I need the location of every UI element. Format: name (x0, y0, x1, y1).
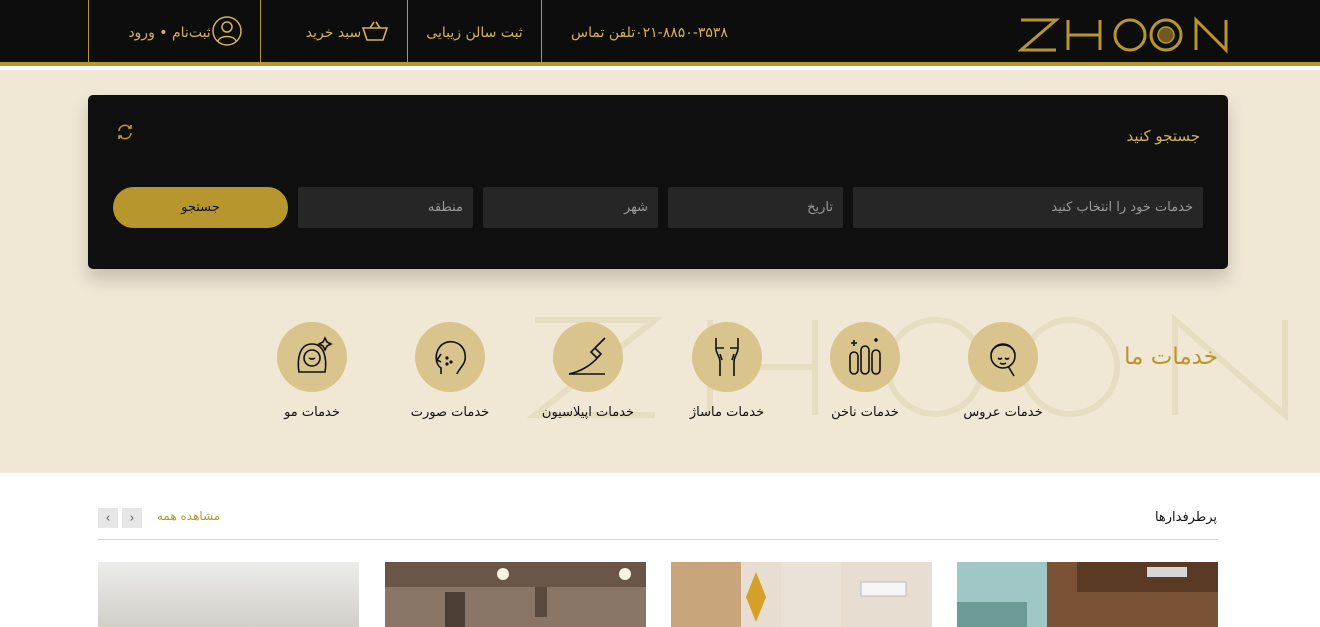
see-all-link[interactable]: مشاهده همه (157, 509, 220, 523)
phone-number: ۰۲۱-۸۸۵۰-۳۵۳۸ (635, 25, 728, 41)
user-icon (211, 15, 243, 51)
epilation-icon (553, 322, 623, 392)
service-item[interactable]: خدمات ماساژ (657, 322, 797, 420)
salon-card[interactable] (98, 562, 359, 627)
service-label: خدمات ماساژ (689, 405, 765, 420)
cart-label: سبد خرید (305, 25, 362, 41)
service-label: خدمات صورت (410, 405, 490, 420)
massage-icon (692, 322, 762, 392)
auth-label: ثبت‌نام • ورود (128, 25, 211, 41)
service-item[interactable]: خدمات مو (242, 322, 382, 420)
section-divider (98, 539, 1218, 540)
nav-divider (260, 0, 261, 66)
service-item[interactable]: خدمات صورت (380, 322, 520, 420)
hero-section: جستجو کنید خدمات خود را انتخاب کنید تاری… (0, 70, 1320, 473)
cart-link[interactable]: سبد خرید (262, 0, 407, 66)
phone-label: تلفن تماس (571, 25, 636, 41)
service-label: خدمات ناخن (831, 405, 899, 420)
search-title: جستجو کنید (1126, 127, 1200, 145)
salon-card[interactable] (385, 562, 646, 627)
services-select[interactable]: خدمات خود را انتخاب کنید (853, 187, 1203, 228)
date-field[interactable]: تاریخ (668, 187, 843, 228)
bride-icon (968, 322, 1038, 392)
chevron-left-icon: ‹ (105, 510, 111, 526)
top-navbar: تلفن تماس ۰۲۱-۸۸۵۰-۳۵۳۸ ثبت سالن زیبایی … (0, 0, 1320, 66)
nail-icon (830, 322, 900, 392)
service-item[interactable]: خدمات عروس (933, 322, 1073, 420)
bestsellers-title: پرطرفدارها (1154, 510, 1217, 525)
salon-image (385, 562, 646, 627)
auth-link[interactable]: ثبت‌نام • ورود (89, 0, 260, 66)
basket-icon (361, 20, 389, 46)
service-label: خدمات عروس (963, 405, 1043, 420)
search-button[interactable]: جستجو (113, 187, 288, 228)
carousel-prev-button[interactable]: › (122, 508, 142, 528)
zhoon-logo[interactable] (1016, 16, 1230, 54)
refresh-icon[interactable] (116, 123, 134, 141)
area-select[interactable]: منطقه (298, 187, 473, 228)
service-item[interactable]: خدمات ناخن (795, 322, 935, 420)
hair-icon (277, 322, 347, 392)
chevron-right-icon: › (129, 510, 135, 526)
register-salon-link[interactable]: ثبت سالن زیبایی (408, 0, 541, 66)
salon-card[interactable] (957, 562, 1218, 627)
service-item[interactable]: خدمات اپیلاسیون (518, 322, 658, 420)
service-label: خدمات مو (284, 405, 340, 420)
face-icon (415, 322, 485, 392)
salon-card[interactable] (671, 562, 932, 627)
salon-image (98, 562, 359, 627)
nav-divider (541, 0, 542, 66)
salon-image (671, 562, 932, 627)
salon-image (957, 562, 1218, 627)
nav-divider (407, 0, 408, 66)
service-label: خدمات اپیلاسیون (541, 405, 635, 420)
phone-contact[interactable]: تلفن تماس ۰۲۱-۸۸۵۰-۳۵۳۸ (548, 0, 743, 66)
services-title: خدمات ما (1124, 344, 1218, 370)
city-select[interactable]: شهر (483, 187, 658, 228)
search-panel: جستجو کنید خدمات خود را انتخاب کنید تاری… (88, 95, 1228, 269)
carousel-next-button[interactable]: ‹ (98, 508, 118, 528)
nav-divider (88, 0, 89, 66)
